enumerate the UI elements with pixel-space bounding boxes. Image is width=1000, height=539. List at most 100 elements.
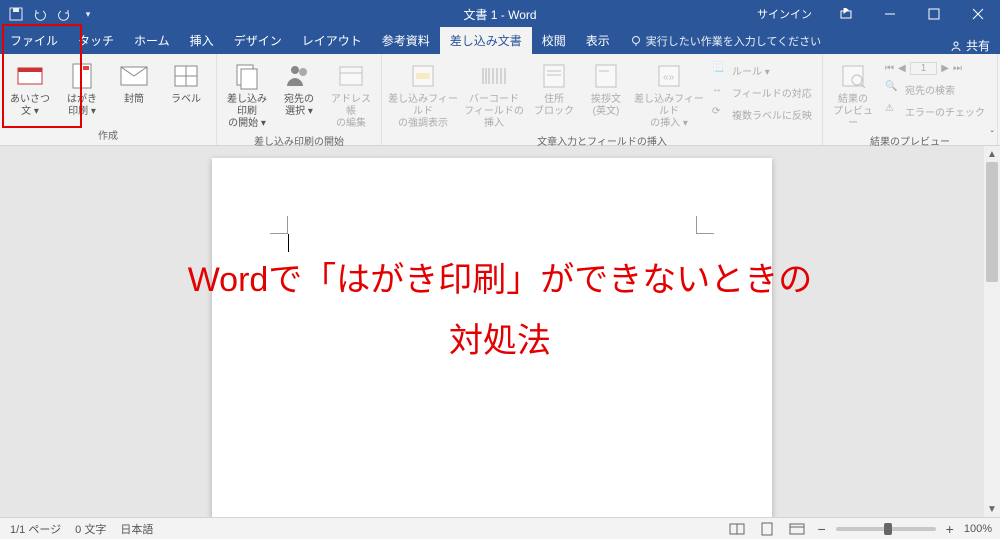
group-write-fields: 差し込みフィールド の強調表示 バーコード フィールドの挿入 住所 ブロック 挨… <box>382 54 823 145</box>
record-nav: ⏮ ◀ 1 ▶ ⏭ <box>881 60 991 77</box>
edit-recip-icon <box>335 60 367 92</box>
first-record-icon: ⏮ <box>885 63 894 74</box>
status-word-count[interactable]: 0 文字 <box>75 521 106 537</box>
group-preview: 結果の プレビュー ⏮ ◀ 1 ▶ ⏭ 🔍宛先の検索 ⚠エラーのチェック 結果の… <box>823 54 998 145</box>
share-icon <box>950 40 962 52</box>
print-layout-icon[interactable] <box>757 521 777 537</box>
share-button[interactable]: 共有 <box>950 37 990 54</box>
save-icon[interactable] <box>8 6 24 22</box>
group-create-label: 作成 <box>98 124 118 145</box>
ribbon-options-icon[interactable] <box>824 0 868 28</box>
start-merge-button[interactable]: 差し込み印刷 の開始 ▾ <box>223 58 271 130</box>
prev-record-icon: ◀ <box>898 63 906 74</box>
margin-mark-tl <box>270 216 288 234</box>
find-icon: 🔍 <box>885 81 901 97</box>
rules-button: 📃ルール ▾ <box>708 60 816 80</box>
tell-me-placeholder: 実行したい作業を入力してください <box>646 33 821 49</box>
preview-results-button: 結果の プレビュー <box>829 58 877 130</box>
check-errors-button: ⚠エラーのチェック <box>881 101 991 121</box>
group-create: あいさつ 文 ▾ はがき 印刷 ▾ 封筒 ラベル 作成 <box>0 54 217 145</box>
tab-home[interactable]: ホーム <box>124 27 180 54</box>
update-icon: ⟳ <box>712 106 728 122</box>
match-fields-button: ↔フィールドの対応 <box>708 82 816 102</box>
rules-icon: 📃 <box>712 62 728 78</box>
update-labels-button: ⟳複数ラベルに反映 <box>708 104 816 124</box>
select-recipients-button[interactable]: 宛先の 選択 ▾ <box>275 58 323 118</box>
status-language[interactable]: 日本語 <box>120 521 153 537</box>
insert-field-icon: «» <box>653 60 685 92</box>
greeting-icon <box>14 60 46 92</box>
zoom-slider[interactable] <box>836 527 936 531</box>
hagaki-icon <box>66 60 98 92</box>
address-block-button: 住所 ブロック <box>530 58 578 118</box>
tab-mailings[interactable]: 差し込み文書 <box>440 27 532 54</box>
tab-insert[interactable]: 挿入 <box>180 27 224 54</box>
svg-text:«»: «» <box>663 72 675 83</box>
bulb-icon <box>630 35 642 47</box>
greeting-button[interactable]: あいさつ 文 ▾ <box>6 58 54 118</box>
document-area[interactable] <box>0 146 984 517</box>
vertical-scrollbar[interactable]: ▲ ▼ <box>984 146 1000 517</box>
status-bar: 1/1 ページ 0 文字 日本語 − + 100% <box>0 517 1000 539</box>
next-record-icon: ▶ <box>941 63 949 74</box>
preview-icon <box>837 60 869 92</box>
last-record-icon: ⏭ <box>953 63 962 74</box>
highlight-fields-button: 差し込みフィールド の強調表示 <box>388 58 458 130</box>
share-label: 共有 <box>966 37 990 54</box>
tab-design[interactable]: デザイン <box>224 27 292 54</box>
zoom-percentage[interactable]: 100% <box>964 523 992 535</box>
web-layout-icon[interactable] <box>787 521 807 537</box>
qat-customize-icon[interactable]: ▾ <box>80 6 96 22</box>
redo-icon[interactable] <box>56 6 72 22</box>
highlight-icon <box>407 60 439 92</box>
hagaki-button[interactable]: はがき 印刷 ▾ <box>58 58 106 118</box>
margin-mark-tr <box>696 216 714 234</box>
scroll-thumb[interactable] <box>986 162 998 282</box>
ribbon-tab-strip: ファイル タッチ ホーム 挿入 デザイン レイアウト 参考資料 差し込み文書 校… <box>0 28 1000 54</box>
close-button[interactable] <box>956 0 1000 28</box>
labels-icon <box>170 60 202 92</box>
scroll-down-icon[interactable]: ▼ <box>984 501 1000 517</box>
maximize-button[interactable] <box>912 0 956 28</box>
start-merge-icon <box>231 60 263 92</box>
envelope-button[interactable]: 封筒 <box>110 58 158 118</box>
tab-references[interactable]: 参考資料 <box>372 27 440 54</box>
envelope-icon <box>118 60 150 92</box>
edit-recipients-button: アドレス帳 の編集 <box>327 58 375 130</box>
zoom-in-icon[interactable]: + <box>946 521 954 537</box>
scroll-track[interactable] <box>984 162 1000 501</box>
scroll-up-icon[interactable]: ▲ <box>984 146 1000 162</box>
zoom-out-icon[interactable]: − <box>817 521 825 537</box>
recipients-icon <box>283 60 315 92</box>
tab-layout[interactable]: レイアウト <box>292 27 372 54</box>
tab-file[interactable]: ファイル <box>0 27 68 54</box>
signin-link[interactable]: サインイン <box>757 6 812 22</box>
addr-block-icon <box>538 60 570 92</box>
read-mode-icon[interactable] <box>727 521 747 537</box>
barcode-button: バーコード フィールドの挿入 <box>462 58 526 130</box>
tab-touch[interactable]: タッチ <box>68 27 124 54</box>
greeting-line-button: 挨拶文 (英文) <box>582 58 630 118</box>
labels-button[interactable]: ラベル <box>162 58 210 118</box>
document-page[interactable] <box>212 158 772 517</box>
preview-nav-stack: ⏮ ◀ 1 ▶ ⏭ 🔍宛先の検索 ⚠エラーのチェック <box>881 58 991 121</box>
ribbon: あいさつ 文 ▾ はがき 印刷 ▾ 封筒 ラベル 作成 差し込み印刷 の開始 ▾ <box>0 54 1000 146</box>
undo-icon[interactable] <box>32 6 48 22</box>
group-start-merge: 差し込み印刷 の開始 ▾ 宛先の 選択 ▾ アドレス帳 の編集 差し込み印刷の開… <box>217 54 382 145</box>
window-title: 文書 1 - Word <box>463 6 536 23</box>
tab-review[interactable]: 校閲 <box>532 27 576 54</box>
tab-view[interactable]: 表示 <box>576 27 620 54</box>
greet-line-icon <box>590 60 622 92</box>
barcode-icon <box>478 60 510 92</box>
status-page[interactable]: 1/1 ページ <box>10 521 61 537</box>
tell-me-search[interactable]: 実行したい作業を入力してください <box>620 28 831 54</box>
zoom-slider-knob[interactable] <box>884 523 892 535</box>
minimize-button[interactable] <box>868 0 912 28</box>
collapse-ribbon-icon[interactable]: ˇ <box>991 130 994 141</box>
insert-merge-field-button: «» 差し込みフィールド の挿入 ▾ <box>634 58 704 130</box>
title-bar: ▾ 文書 1 - Word サインイン <box>0 0 1000 28</box>
error-icon: ⚠ <box>885 103 901 119</box>
find-recipient-button: 🔍宛先の検索 <box>881 79 991 99</box>
match-icon: ↔ <box>712 84 728 100</box>
text-cursor <box>288 234 289 252</box>
